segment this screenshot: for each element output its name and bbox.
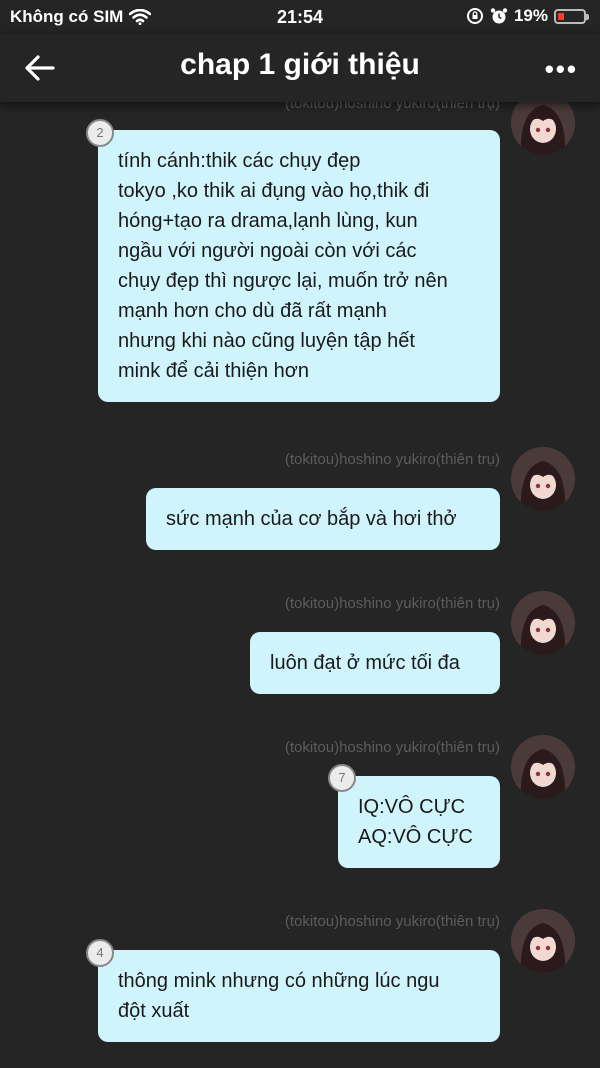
avatar[interactable] bbox=[511, 735, 575, 799]
message-line: mạnh hơn cho dù đã rất mạnh bbox=[118, 300, 387, 322]
sender-name: (tokitou)hoshino yukiro(thiên trụ) bbox=[284, 739, 500, 756]
message-line: thông mink nhưng có những lúc ngu bbox=[118, 970, 440, 992]
battery-percent: 19% bbox=[513, 6, 548, 25]
message-line: mink để cải thiện hơn bbox=[118, 360, 309, 382]
message-line: nhưng khi nào cũng luyện tập hết bbox=[118, 330, 415, 352]
orientation-lock-icon bbox=[466, 8, 483, 24]
comment-count-badge[interactable]: 4 bbox=[86, 939, 114, 967]
message-line: chụy đẹp thì ngược lại, muốn trở nên bbox=[118, 270, 448, 292]
message-bubble[interactable]: sức mạnh của cơ bắp và hơi thở bbox=[146, 488, 500, 550]
message-line: IQ:VÔ CỰC bbox=[358, 796, 466, 818]
sender-name: (tokitou)hoshino yukiro(thiên trụ) bbox=[284, 451, 500, 468]
avatar[interactable] bbox=[511, 447, 575, 511]
message-line: đột xuất bbox=[118, 1000, 190, 1022]
comment-count-badge[interactable]: 2 bbox=[86, 119, 114, 147]
message-bubble[interactable]: tính cánh:thik các chụy đẹp tokyo ,ko th… bbox=[98, 130, 500, 402]
status-bar: Không có SIM 21:54 19% bbox=[0, 0, 600, 34]
avatar[interactable] bbox=[511, 909, 575, 973]
message-bubble[interactable]: thông mink nhưng có những lúc ngu đột xu… bbox=[98, 950, 500, 1042]
message-line: sức mạnh của cơ bắp và hơi thở bbox=[166, 508, 457, 530]
message-bubble[interactable]: luôn đạt ở mức tối đa bbox=[250, 632, 500, 694]
status-right: 19% bbox=[466, 6, 589, 26]
sender-name: (tokitou)hoshino yukiro(thiên trụ) bbox=[284, 595, 500, 612]
message-line: tokyo ,ko thik ai đụng vào họ,thik đi bbox=[118, 180, 430, 202]
message-bubble[interactable]: IQ:VÔ CỰC AQ:VÔ CỰC bbox=[338, 776, 500, 868]
alarm-icon bbox=[490, 8, 508, 24]
message-line: AQ:VÔ CỰC bbox=[358, 826, 473, 848]
avatar[interactable] bbox=[511, 591, 575, 655]
message-line: luôn đạt ở mức tối đa bbox=[270, 652, 460, 674]
more-options-icon[interactable]: ••• bbox=[545, 54, 578, 85]
top-navigation-bar: chap 1 giới thiệu ••• bbox=[0, 34, 600, 102]
battery-icon bbox=[554, 8, 589, 24]
message-line: hóng+tạo ra drama,lạnh lùng, kun bbox=[118, 210, 418, 232]
page-title: chap 1 giới thiệu bbox=[180, 48, 420, 81]
comment-count-badge[interactable]: 7 bbox=[328, 764, 356, 792]
message-line: ngầu với người ngoài còn với các bbox=[118, 240, 417, 262]
message-line: tính cánh:thik các chụy đẹp bbox=[118, 150, 361, 172]
sender-name: (tokitou)hoshino yukiro(thiên trụ) bbox=[284, 913, 500, 930]
